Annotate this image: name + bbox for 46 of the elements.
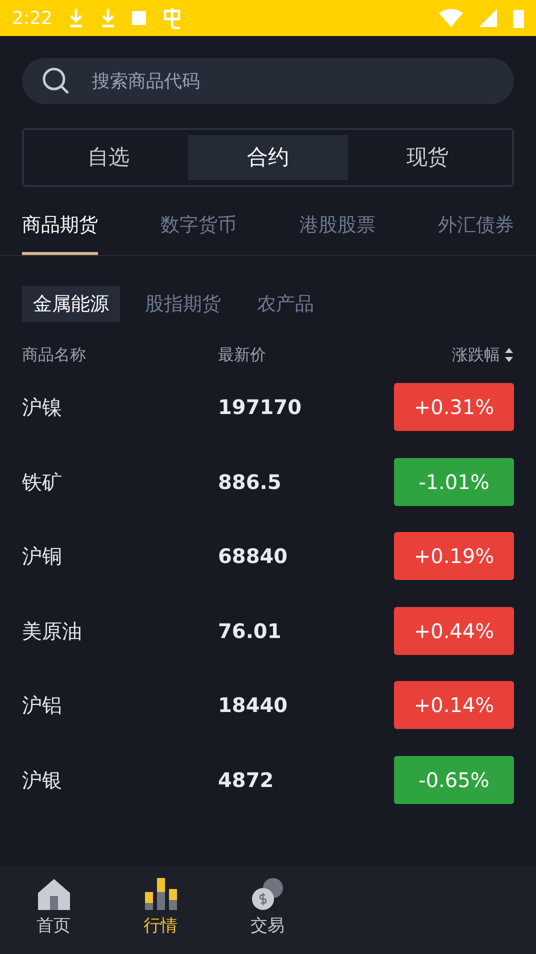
sort-icon (504, 347, 514, 363)
app-icon (162, 7, 182, 29)
category-tab[interactable]: 外汇债券 (438, 205, 514, 254)
category-tab[interactable]: 数字货币 (160, 205, 237, 254)
commodity-name: 沪铜 (22, 543, 63, 570)
commodity-name: 沪银 (22, 766, 63, 794)
home-icon (36, 878, 70, 910)
segment-tab[interactable]: 合约 (188, 135, 348, 180)
coins-icon (252, 878, 284, 910)
price-cell-text: 197170 (218, 394, 302, 422)
commodity-name: 美原油 (22, 618, 83, 645)
subcategory-tab[interactable]: 股指期货 (134, 286, 232, 322)
category-tab[interactable]: 港股股票 (299, 205, 376, 254)
download-icon (68, 8, 84, 28)
subcategory-tab[interactable]: 金属能源 (22, 286, 120, 322)
price-cell-text: 886.5 (218, 468, 282, 496)
change-badge[interactable]: +0.31% (394, 383, 514, 432)
segment-tab[interactable]: 现货 (348, 135, 507, 180)
category-tab[interactable]: 商品期货 (22, 205, 98, 254)
signal-icon (479, 9, 497, 27)
change-badge[interactable]: -1.01% (394, 458, 514, 506)
battery-icon (513, 8, 524, 28)
clock: 2:22 (12, 6, 52, 30)
nav-tab[interactable]: 交易 (214, 866, 321, 954)
commodity-name: 沪铝 (22, 692, 63, 720)
column-header: 最新价 (218, 344, 267, 366)
price-cell-text: 68840 (218, 543, 289, 570)
change-badge[interactable]: +0.14% (394, 681, 514, 730)
bar-chart-icon (144, 878, 176, 910)
wifi-icon (439, 9, 463, 27)
segment-tab[interactable]: 自选 (29, 135, 188, 180)
sort-button[interactable]: 涨跌幅 (452, 343, 514, 367)
download-icon (100, 8, 116, 28)
price-cell-text: 76.01 (218, 618, 282, 645)
price-cell-text: 4872 (218, 766, 275, 794)
nav-tab[interactable]: 行情 (107, 866, 214, 954)
change-badge[interactable]: +0.19% (394, 532, 514, 580)
column-header: 商品名称 (22, 344, 87, 366)
nav-tab[interactable]: 首页 (0, 866, 107, 954)
price-cell-text: 18440 (218, 692, 289, 720)
commodity-name: 铁矿 (22, 468, 63, 496)
subcategory-tab[interactable]: 农产品 (246, 286, 325, 322)
search-field[interactable]: 搜索商品代码 (22, 58, 514, 104)
change-badge[interactable]: +0.44% (394, 606, 514, 655)
commodity-name: 沪镍 (22, 394, 63, 422)
change-badge[interactable]: -0.65% (394, 756, 514, 804)
